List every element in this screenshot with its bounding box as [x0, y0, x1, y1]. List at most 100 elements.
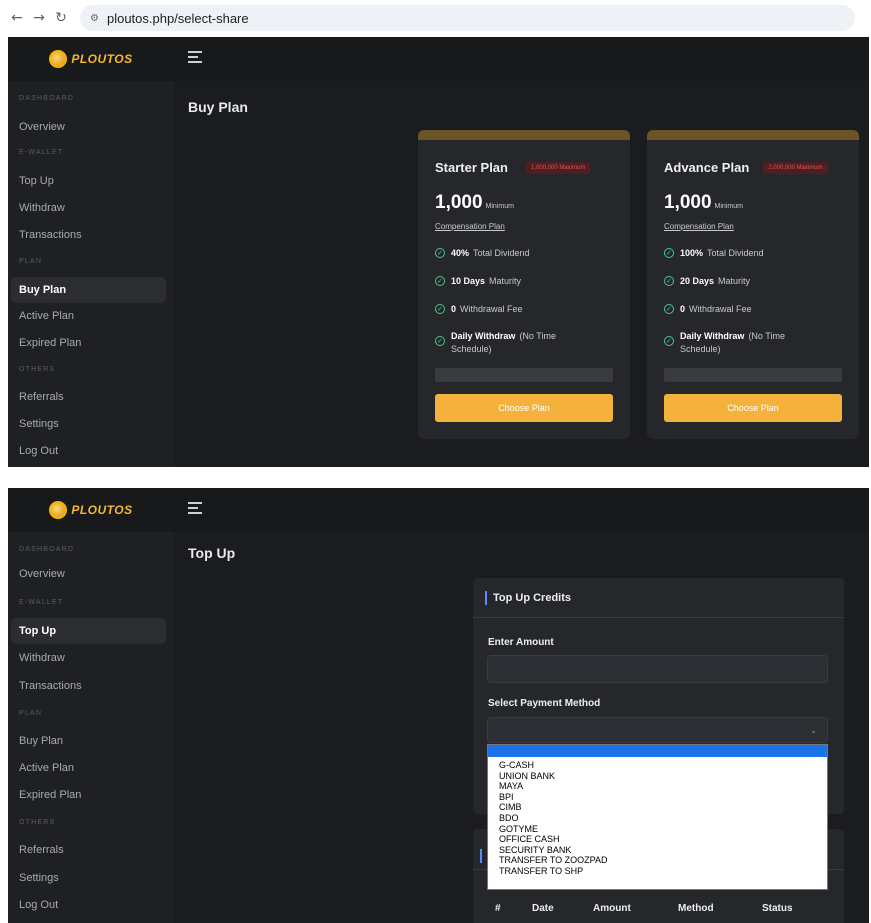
plan-feature: ✓ Daily Withdraw (No Time Schedule) [435, 330, 585, 356]
logo-text: PLOUTOS [71, 503, 133, 517]
top-navbar [174, 488, 869, 532]
choose-plan-button[interactable]: Choose Plan [435, 394, 613, 422]
top-up-screen: PLOUTOS DASHBOARD Overview E-WALLET Top … [8, 488, 869, 923]
section-plan: PLAN [19, 258, 43, 265]
section-dashboard: DASHBOARD [19, 95, 75, 102]
dropdown-option[interactable]: BDO [488, 813, 827, 824]
plan-feature: ✓ 40% Total Dividend [435, 248, 615, 258]
sidebar-item-withdraw[interactable]: Withdraw [11, 195, 166, 221]
dropdown-option[interactable]: SECURITY BANK [488, 845, 827, 856]
plan-amount-input[interactable] [664, 368, 842, 382]
plan-card-starter: Starter Plan 1,000,000 Maximum 1,000 Mini… [418, 130, 630, 439]
dropdown-option[interactable]: OFFICE CASH [488, 834, 827, 845]
dropdown-option[interactable]: TRANSFER TO ZOOZPAD [488, 855, 827, 866]
payment-method-select[interactable]: ⌄ [487, 717, 828, 743]
feature-value: 100% [680, 248, 704, 258]
plan-name: Starter Plan [435, 160, 508, 175]
sidebar-item-expired-plan[interactable]: Expired Plan [11, 782, 166, 808]
site-settings-icon[interactable]: ⚙ [90, 13, 99, 24]
menu-icon[interactable] [188, 51, 202, 63]
feature-value: 20 Days [680, 276, 715, 286]
check-circle-icon: ✓ [435, 276, 445, 286]
plan-amount-value: 1,000 [664, 192, 712, 213]
plan-feature: ✓ 0 Withdrawal Fee [664, 304, 844, 314]
sidebar-item-buy-plan[interactable]: Buy Plan [11, 728, 166, 754]
sidebar-item-transactions[interactable]: Transactions [11, 673, 166, 699]
choose-plan-button[interactable]: Choose Plan [664, 394, 842, 422]
amount-input[interactable] [487, 655, 828, 683]
logo-text: PLOUTOS [71, 52, 133, 66]
sidebar-item-overview[interactable]: Overview [11, 114, 166, 140]
forward-icon[interactable]: → [30, 9, 48, 27]
sidebar-item-settings[interactable]: Settings [11, 411, 166, 437]
feature-label: Maturity [489, 276, 522, 286]
sidebar-item-active-plan[interactable]: Active Plan [11, 303, 166, 329]
logo[interactable]: PLOUTOS [8, 488, 174, 532]
plan-feature: ✓ 0 Withdrawal Fee [435, 304, 615, 314]
logo-coin-icon [49, 501, 68, 519]
address-bar[interactable]: ⚙ ploutos.php/select-share [80, 5, 855, 31]
sidebar: PLOUTOS DASHBOARD Overview E-WALLET Top … [8, 37, 174, 467]
sidebar-item-referrals[interactable]: Referrals [11, 837, 166, 863]
table-header-number: # [495, 903, 501, 914]
sidebar-item-withdraw[interactable]: Withdraw [11, 645, 166, 671]
dropdown-option[interactable]: MAYA [488, 781, 827, 792]
dropdown-option-empty[interactable] [488, 745, 827, 757]
logo-coin-icon [49, 50, 68, 68]
section-plan: PLAN [19, 710, 43, 717]
dropdown-option[interactable]: G-CASH [488, 760, 827, 771]
section-dashboard: DASHBOARD [19, 546, 75, 553]
plan-card-stripe [647, 130, 859, 140]
sidebar-item-log-out[interactable]: Log Out [11, 438, 166, 464]
menu-icon[interactable] [188, 502, 202, 514]
section-others: OTHERS [19, 819, 56, 826]
table-header-status: Status [762, 903, 793, 914]
feature-label: Withdrawal Fee [460, 304, 523, 314]
plan-max-badge: 1,000,000 Maximum [525, 161, 591, 174]
table-header-date: Date [532, 903, 554, 914]
sidebar-item-top-up[interactable]: Top Up [11, 618, 166, 644]
feature-value: 0 [680, 304, 686, 314]
feature-value: Daily Withdraw [680, 331, 745, 341]
reload-icon[interactable]: ↻ [52, 9, 70, 27]
dropdown-option[interactable]: UNION BANK [488, 771, 827, 782]
payment-method-label: Select Payment Method [488, 698, 601, 709]
dropdown-option[interactable]: TRANSFER TO SHP [488, 866, 827, 877]
page-title: Top Up [188, 545, 236, 561]
sidebar-item-expired-plan[interactable]: Expired Plan [11, 330, 166, 356]
feature-label: Maturity [718, 276, 751, 286]
card-title: Top Up Credits [493, 591, 572, 604]
dropdown-option[interactable]: BPI [488, 792, 827, 803]
sidebar-item-top-up[interactable]: Top Up [11, 168, 166, 194]
back-icon[interactable]: ← [8, 9, 26, 27]
plan-name: Advance Plan [664, 160, 750, 175]
plan-amount-input[interactable] [435, 368, 613, 382]
section-e-wallet: E-WALLET [19, 149, 64, 156]
feature-label: Total Dividend [473, 248, 530, 258]
chevron-down-icon: ⌄ [810, 726, 817, 735]
sidebar-item-active-plan[interactable]: Active Plan [11, 755, 166, 781]
sidebar-item-overview[interactable]: Overview [11, 561, 166, 587]
sidebar-item-transactions[interactable]: Transactions [11, 222, 166, 248]
plan-card-stripe [418, 130, 630, 140]
plan-amount: 1,000 Minimum [664, 192, 743, 214]
amount-label: Enter Amount [488, 637, 554, 648]
logo[interactable]: PLOUTOS [8, 37, 174, 81]
dropdown-option[interactable]: CIMB [488, 802, 827, 813]
check-circle-icon: ✓ [435, 248, 445, 258]
sidebar-item-log-out[interactable]: Log Out [11, 892, 166, 918]
compensation-plan-link[interactable]: Compensation Plan [435, 222, 505, 231]
sidebar-item-buy-plan[interactable]: Buy Plan [11, 277, 166, 303]
plan-amount-value: 1,000 [435, 192, 483, 213]
plan-feature: ✓ Daily Withdraw (No Time Schedule) [664, 330, 814, 356]
feature-value: Daily Withdraw [451, 331, 516, 341]
browser-toolbar: ← → ↻ ⚙ ploutos.php/select-share [0, 0, 871, 36]
dropdown-option[interactable]: GOTYME [488, 824, 827, 835]
check-circle-icon: ✓ [435, 336, 445, 346]
sidebar-item-settings[interactable]: Settings [11, 865, 166, 891]
compensation-plan-link[interactable]: Compensation Plan [664, 222, 734, 231]
buy-plan-screen: PLOUTOS DASHBOARD Overview E-WALLET Top … [8, 37, 869, 467]
check-circle-icon: ✓ [664, 276, 674, 286]
plan-max-badge: 2,000,000 Maximum [763, 161, 828, 174]
sidebar-item-referrals[interactable]: Referrals [11, 384, 166, 410]
